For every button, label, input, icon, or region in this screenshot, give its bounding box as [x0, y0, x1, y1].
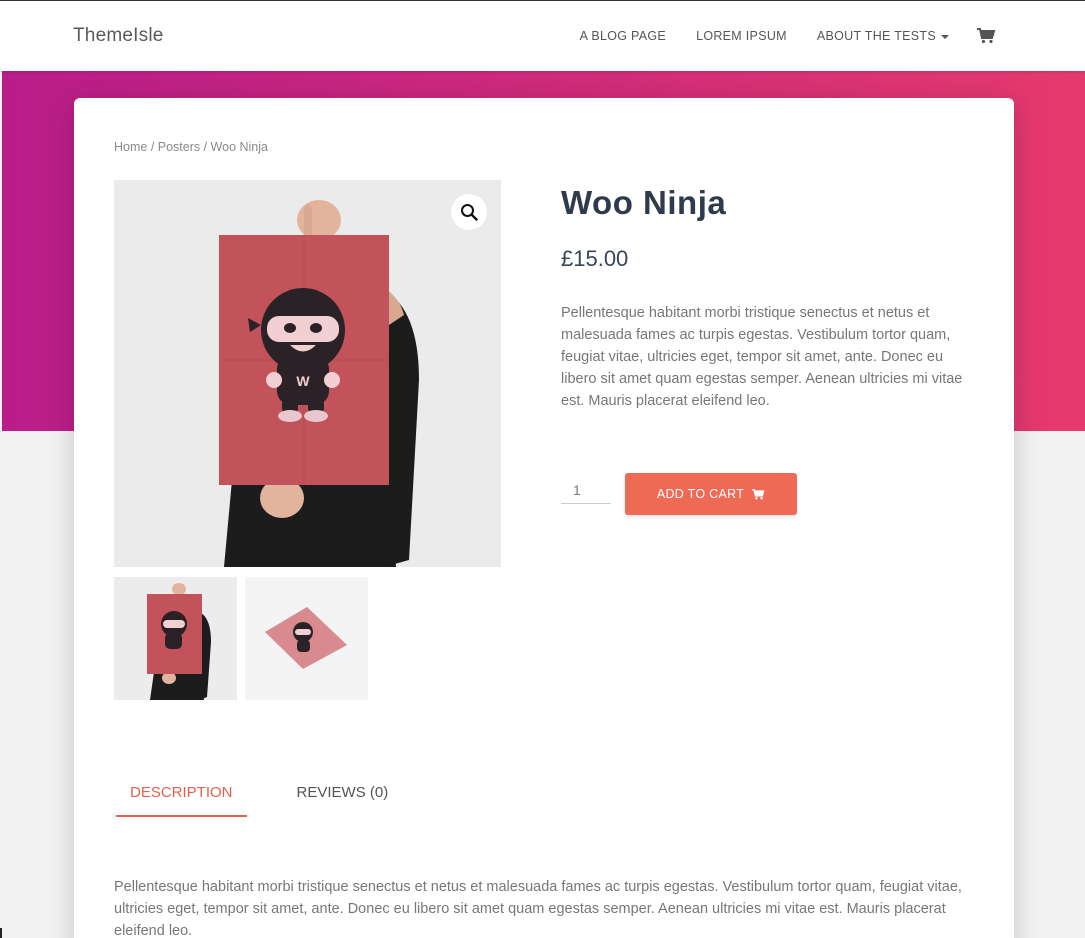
thumbnail-poster-flat [245, 577, 368, 700]
product-thumbnail-1[interactable] [114, 577, 237, 700]
tab-description[interactable]: DESCRIPTION [116, 778, 247, 817]
product-tabs: DESCRIPTION REVIEWS (0) [116, 778, 402, 817]
shopping-cart-icon[interactable] [977, 28, 996, 44]
tab-reviews[interactable]: REVIEWS (0) [283, 778, 403, 817]
product-title: Woo Ninja [561, 184, 727, 221]
zoom-button[interactable] [451, 194, 487, 230]
add-to-cart-button[interactable]: ADD TO CART [625, 473, 797, 515]
ninja-poster-photo: W [114, 180, 501, 567]
top-navbar: ThemeIsle A BLOG PAGE LOREM IPSUM ABOUT … [0, 0, 1085, 71]
product-card: Home / Posters / Woo Ninja W Woo Ninja £… [74, 98, 1014, 938]
main-nav: A BLOG PAGE LOREM IPSUM ABOUT THE TESTS [580, 28, 996, 44]
edge-marker [0, 928, 2, 938]
breadcrumb[interactable]: Home / Posters / Woo Ninja [114, 140, 268, 154]
poster-letter: W [296, 373, 310, 389]
product-thumbnail-2[interactable] [245, 577, 368, 700]
quantity-input[interactable] [561, 476, 611, 504]
site-logo[interactable]: ThemeIsle [73, 25, 164, 47]
add-to-cart-label: ADD TO CART [656, 487, 745, 501]
thumbnail-poster-front [114, 577, 237, 700]
nav-item-about-the-tests[interactable]: ABOUT THE TESTS [817, 29, 949, 43]
chevron-down-icon [941, 34, 949, 39]
product-description: Pellentesque habitant morbi tristique se… [114, 879, 962, 938]
nav-item-about-label: ABOUT THE TESTS [816, 29, 936, 43]
nav-item-blog-page[interactable]: A BLOG PAGE [580, 29, 666, 43]
product-main-image[interactable]: W [114, 180, 501, 567]
product-price: £15.00 [561, 246, 629, 271]
magnifier-icon [461, 204, 478, 221]
product-short-description: Pellentesque habitant morbi tristique se… [561, 305, 963, 409]
nav-item-lorem-ipsum[interactable]: LOREM IPSUM [696, 29, 787, 43]
shopping-cart-icon [752, 488, 765, 499]
